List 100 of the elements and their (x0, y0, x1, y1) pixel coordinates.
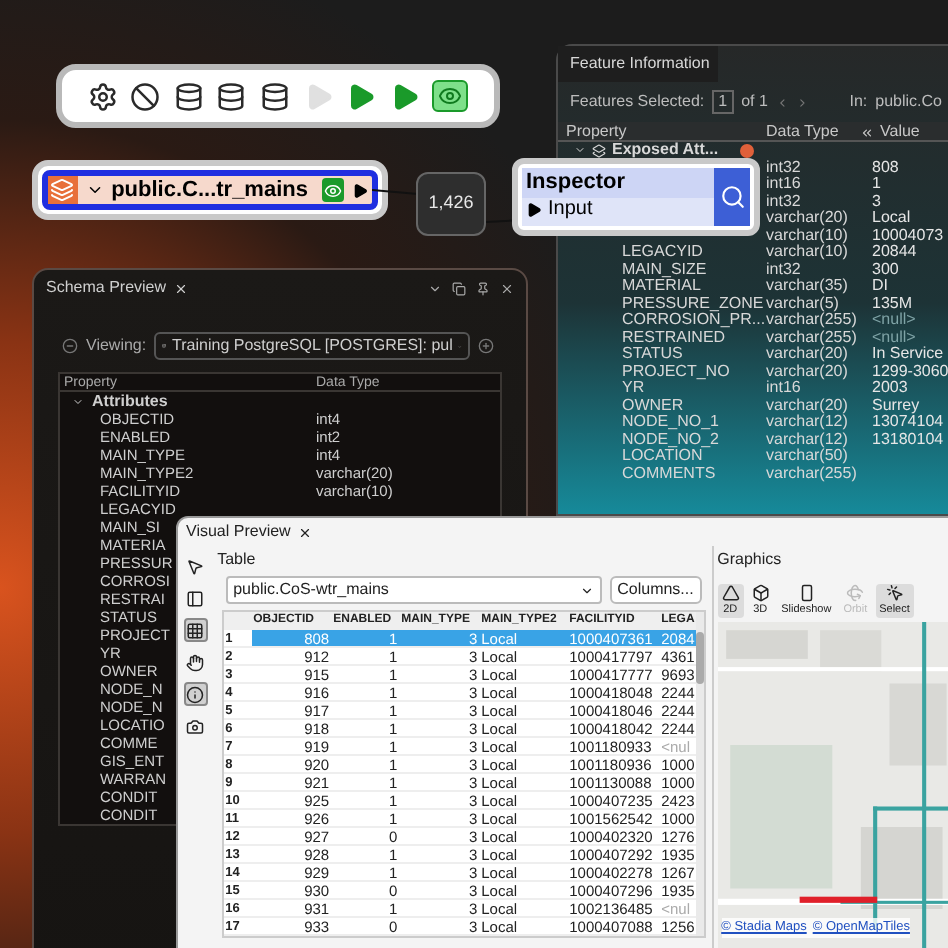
data-type: varchar(20) (766, 397, 850, 414)
data-type: varchar(12) (766, 431, 850, 448)
column-header[interactable]: Property (558, 122, 766, 142)
no-entry-icon[interactable] (130, 81, 161, 111)
source-name: public.Co (875, 90, 942, 114)
search-icon[interactable] (714, 168, 750, 226)
property-name: RESTRAINED (620, 329, 727, 346)
cube-icon (751, 584, 770, 602)
caret-icon (579, 583, 594, 597)
expand-icon[interactable] (72, 395, 84, 407)
column-header[interactable]: Data Type (766, 122, 860, 142)
source-dropdown[interactable]: Training PostgreSQL [POSTGRES]: pul (154, 332, 471, 360)
property-name: NODE_NO_2 (620, 431, 721, 448)
play-icon[interactable] (389, 81, 420, 111)
data-type: int32 (766, 261, 801, 278)
panel-icon[interactable] (183, 586, 208, 610)
orbit-icon (846, 584, 865, 602)
data-type: int16 (766, 380, 801, 397)
data-type: int32 (766, 159, 803, 176)
table-dropdown[interactable]: public.CoS-wtr_mains (225, 576, 602, 604)
data-type: int16 (766, 176, 803, 193)
hand-icon[interactable] (183, 650, 208, 674)
data-type: varchar(10) (766, 244, 850, 261)
property-value: <null> (872, 329, 918, 346)
database-icon[interactable] (216, 81, 247, 111)
database-icon[interactable] (173, 81, 204, 111)
copy-icon[interactable] (452, 281, 466, 295)
property-name: COMMENTS (620, 465, 718, 482)
previous-icon[interactable] (775, 93, 789, 111)
property-name: LEGACYID (620, 244, 705, 261)
group-name: Attributes (92, 392, 168, 410)
data-type: int32 (766, 193, 803, 210)
panel-title[interactable]: Visual Preview (186, 520, 291, 544)
property-value: 20844 (872, 244, 919, 261)
output-port-icon[interactable] (351, 181, 369, 199)
camera-icon[interactable] (183, 714, 208, 738)
info-icon[interactable] (183, 682, 208, 706)
pointer-icon[interactable] (183, 554, 208, 578)
eye-icon[interactable] (432, 80, 469, 112)
cursor-icon (885, 584, 904, 602)
play-icon[interactable] (346, 81, 377, 111)
property-value: 13074104 (872, 414, 946, 431)
source-node[interactable]: public.C...tr_mains (32, 160, 388, 220)
data-type: varchar(5) (766, 295, 839, 312)
property-value: Surrey (872, 397, 922, 414)
preview-eye-icon[interactable] (321, 178, 344, 202)
input-port-icon[interactable] (526, 202, 542, 218)
grid-icon[interactable] (183, 618, 208, 642)
property-value: 808 (872, 159, 901, 176)
property-name: PRESSURE_ZONE (620, 295, 764, 312)
node-title: Inspector (522, 168, 714, 198)
features-selected-label: Features Selected: (570, 90, 705, 114)
close-icon[interactable] (500, 281, 514, 295)
group-name: Exposed Att... (612, 142, 719, 159)
collapse-icon[interactable] (62, 338, 78, 354)
inspector-node[interactable]: Inspector Input (512, 158, 760, 236)
expand-icon[interactable] (478, 338, 495, 354)
columns-button[interactable]: Columns... (609, 576, 702, 604)
property-value: 10004073 (872, 227, 946, 244)
warning-icon (740, 143, 755, 158)
property-name: LOCATION (620, 448, 704, 465)
property-name: MAIN_SIZE (620, 261, 709, 278)
layers-icon (48, 176, 77, 204)
property-value: 1299-3060 (872, 363, 948, 380)
dropdown-icon[interactable] (428, 281, 442, 295)
section-label: Table (215, 548, 258, 572)
in-label: In: (849, 90, 868, 114)
property-value: 2003 (872, 380, 910, 397)
data-type: varchar(50) (766, 448, 850, 465)
panel-title[interactable]: Schema Preview (46, 276, 167, 300)
group-icon (592, 143, 606, 158)
column-header[interactable]: Value (876, 122, 948, 142)
property-name: OWNER (620, 397, 686, 414)
triangle-icon (721, 584, 740, 602)
feature-count-badge: 1,426 (416, 172, 486, 236)
property-name: CORROSION_PR... (620, 312, 766, 328)
section-label: Graphics (717, 548, 784, 572)
data-type: varchar(255) (766, 329, 859, 346)
scrollbar[interactable] (695, 612, 704, 936)
database-icon[interactable] (259, 81, 290, 111)
expand-icon[interactable] (574, 144, 586, 157)
property-value: In Service (872, 346, 946, 363)
feature-index-field[interactable]: 1 (712, 90, 734, 114)
data-type: varchar(20) (766, 363, 850, 380)
next-icon[interactable] (796, 93, 810, 111)
gear-icon[interactable] (87, 81, 118, 111)
property-value: DI (872, 278, 890, 295)
property-name: NODE_NO_1 (620, 414, 721, 430)
property-value: 300 (872, 261, 901, 278)
property-value: Local (872, 210, 913, 227)
close-icon[interactable] (298, 525, 313, 539)
collapse-icon[interactable] (860, 125, 874, 139)
property-value: <null> (872, 312, 918, 329)
property-name: MATERIAL (620, 278, 701, 295)
pin-icon[interactable] (476, 281, 490, 295)
property-value: 13180104 (872, 431, 946, 448)
viewing-label: Viewing: (86, 334, 147, 358)
property-value: 135M (872, 295, 915, 312)
data-type: varchar(12) (766, 414, 850, 431)
property-name: YR (620, 380, 645, 397)
